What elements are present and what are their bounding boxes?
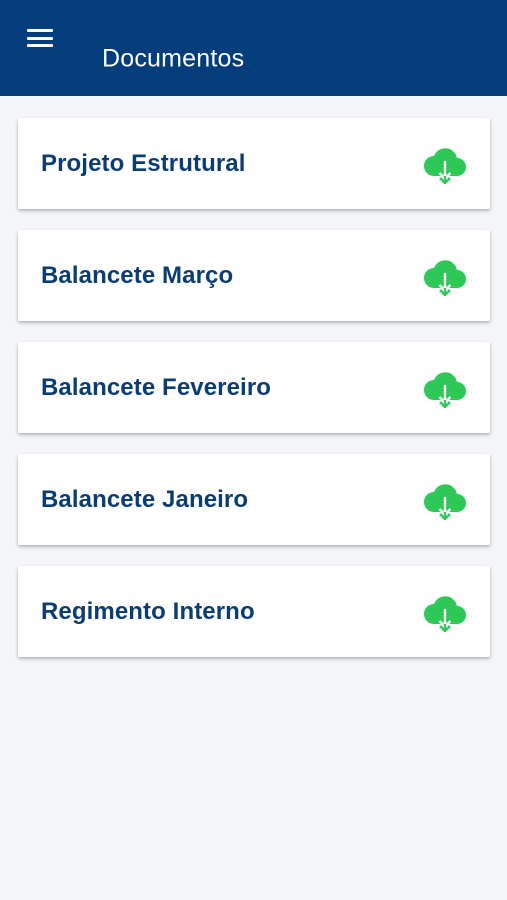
menu-button[interactable] bbox=[20, 18, 60, 58]
page-title: Documentos bbox=[102, 44, 245, 73]
document-card[interactable]: Regimento Interno bbox=[18, 566, 490, 657]
document-card[interactable]: Balancete Março bbox=[18, 230, 490, 321]
cloud-download-icon[interactable] bbox=[422, 592, 468, 632]
document-title: Balancete Janeiro bbox=[41, 485, 249, 513]
cloud-download-icon[interactable] bbox=[422, 256, 468, 296]
document-card[interactable]: Balancete Fevereiro bbox=[18, 342, 490, 433]
document-card[interactable]: Balancete Janeiro bbox=[18, 454, 490, 545]
document-title: Balancete Fevereiro bbox=[41, 373, 272, 401]
document-card[interactable]: Projeto Estrutural bbox=[18, 118, 490, 209]
cloud-download-icon[interactable] bbox=[422, 368, 468, 408]
document-list: Projeto Estrutural Balancete Março Balan… bbox=[18, 118, 490, 678]
document-title: Projeto Estrutural bbox=[41, 149, 246, 177]
cloud-download-icon[interactable] bbox=[422, 480, 468, 520]
hamburger-menu-icon bbox=[27, 29, 53, 47]
document-title: Balancete Março bbox=[41, 261, 234, 289]
cloud-download-icon[interactable] bbox=[422, 144, 468, 184]
app-bar: Documentos bbox=[0, 0, 507, 96]
document-title: Regimento Interno bbox=[41, 597, 255, 625]
